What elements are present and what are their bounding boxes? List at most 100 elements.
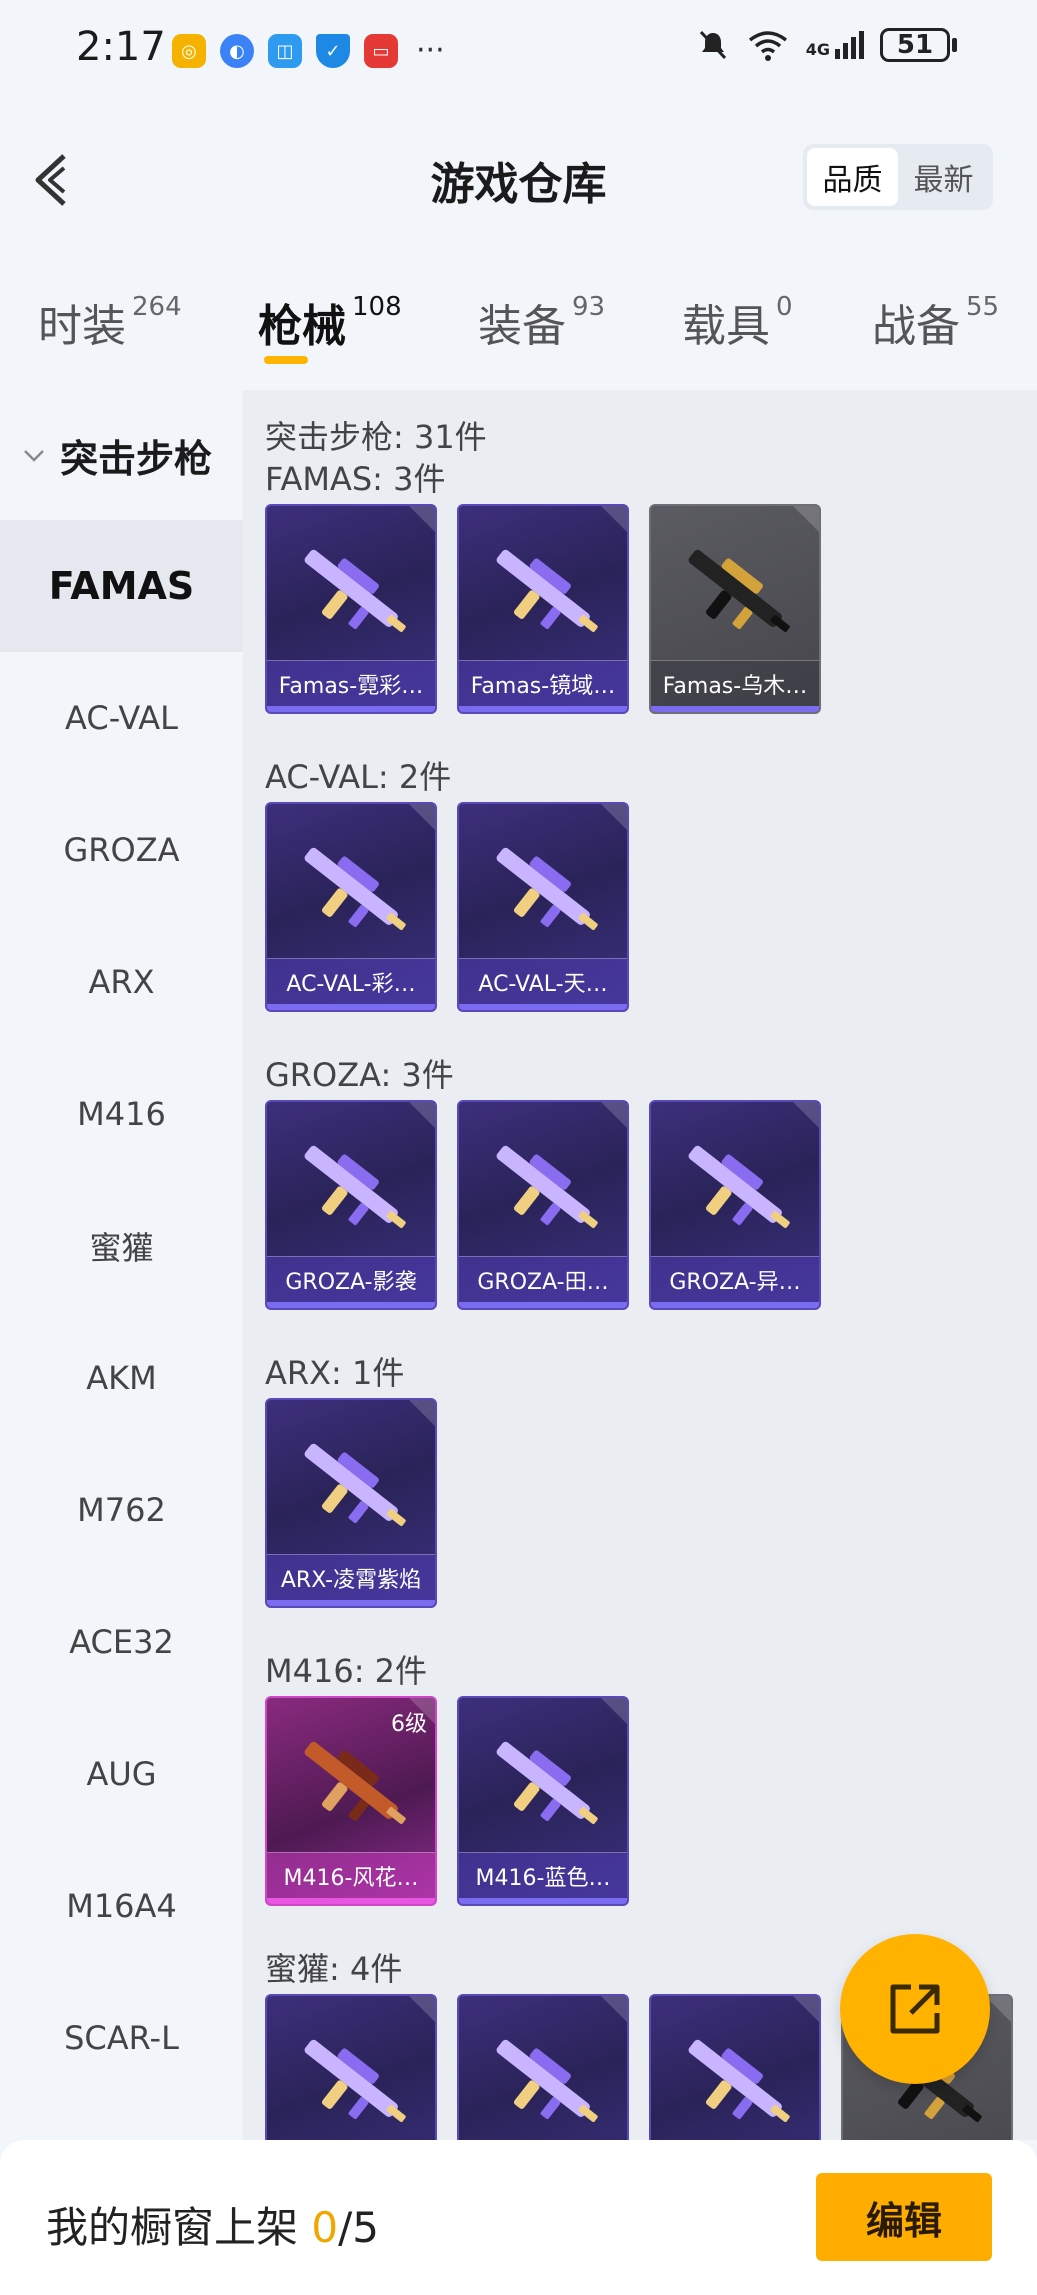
sidebar-item-ace32[interactable]: ACE32 bbox=[0, 1576, 243, 1708]
rarity-bar bbox=[459, 1302, 627, 1308]
sidebar-item-ac-val[interactable]: AC-VAL bbox=[0, 652, 243, 784]
status-bar: 2:17 ◎ ◐ ◫ ✓ ▭ ··· 4G 51 bbox=[0, 0, 1037, 100]
more-icon: ··· bbox=[416, 33, 445, 68]
weapon-skin-card[interactable]: M416-蓝色… bbox=[457, 1696, 629, 1906]
tab-firearms[interactable]: 枪械 108 bbox=[258, 290, 402, 354]
rarity-bar bbox=[459, 1004, 627, 1010]
weapon-type-sidebar: 突击步枪 FAMAS AC-VAL GROZA ARX M416 蜜獾 AKM … bbox=[0, 390, 243, 2140]
app-icon: ▭ bbox=[364, 34, 398, 68]
tab-label: 枪械 bbox=[258, 301, 346, 352]
weapon-skin-name: AC-VAL-天… bbox=[459, 958, 627, 1004]
sidebar-item-m16a4[interactable]: M16A4 bbox=[0, 1840, 243, 1972]
sidebar-item-arx[interactable]: ARX bbox=[0, 916, 243, 1048]
rarity-bar bbox=[459, 706, 627, 712]
network-type: 4G bbox=[805, 40, 830, 59]
rifle-icon bbox=[304, 1145, 406, 1228]
rarity-bar bbox=[651, 706, 819, 712]
showcase-total-count: /5 bbox=[338, 2203, 379, 2252]
rarity-bar bbox=[267, 1004, 435, 1010]
rifle-icon bbox=[496, 847, 598, 930]
weapon-skin-card[interactable] bbox=[265, 1994, 437, 2140]
signal-icon: 4G bbox=[806, 31, 864, 59]
chevron-down-icon bbox=[24, 450, 44, 462]
weapon-skin-card[interactable]: AC-VAL-天… bbox=[457, 802, 629, 1012]
tab-fashion[interactable]: 时装 264 bbox=[38, 290, 182, 354]
sidebar-item-groza[interactable]: GROZA bbox=[0, 784, 243, 916]
section-title: 蜜獾: 4件 bbox=[265, 1950, 403, 1988]
weapon-skin-card[interactable]: GROZA-异… bbox=[649, 1100, 821, 1310]
rarity-bar bbox=[267, 1898, 435, 1904]
weapon-skin-card[interactable]: Famas-镜域… bbox=[457, 504, 629, 714]
weapon-skin-card[interactable]: GROZA-影袭 bbox=[265, 1100, 437, 1310]
tab-count: 0 bbox=[776, 292, 793, 322]
sidebar-item-akm[interactable]: AKM bbox=[0, 1312, 243, 1444]
weapon-skin-card[interactable]: AC-VAL-彩… bbox=[265, 802, 437, 1012]
level-badge: 6级 bbox=[391, 1712, 427, 1737]
tab-label: 时装 bbox=[38, 301, 126, 352]
weapon-skin-card[interactable]: ARX-凌霄紫焰 bbox=[265, 1398, 437, 1608]
app-icon: ◫ bbox=[268, 34, 302, 68]
rarity-bar bbox=[267, 1600, 435, 1606]
tab-count: 264 bbox=[132, 292, 182, 322]
section-title: ARX: 1件 bbox=[265, 1354, 405, 1392]
tab-vehicles[interactable]: 载具 0 bbox=[682, 290, 793, 354]
status-time: 2:17 bbox=[76, 24, 166, 70]
rifle-icon bbox=[496, 549, 598, 632]
sidebar-item-scar-l[interactable]: SCAR-L bbox=[0, 1972, 243, 2104]
weapon-skin-name: Famas-霓彩… bbox=[267, 660, 435, 706]
active-tab-indicator bbox=[264, 356, 308, 364]
battery-icon: 51 bbox=[880, 28, 957, 62]
sidebar-item-aug[interactable]: AUG bbox=[0, 1708, 243, 1840]
rifle-icon bbox=[688, 1145, 790, 1228]
rifle-icon bbox=[304, 2039, 406, 2122]
weapon-skin-name: M416-蓝色… bbox=[459, 1852, 627, 1898]
weapon-skin-name: M416-风花… bbox=[267, 1852, 435, 1898]
sort-latest-button[interactable]: 最新 bbox=[898, 148, 989, 206]
system-icons: 4G 51 bbox=[696, 28, 957, 62]
sidebar-item-m416[interactable]: M416 bbox=[0, 1048, 243, 1180]
tab-count: 93 bbox=[572, 292, 606, 322]
sidebar-item-famas[interactable]: FAMAS bbox=[0, 520, 243, 652]
tab-label: 战备 bbox=[872, 301, 960, 352]
weapon-skin-card[interactable]: Famas-霓彩… bbox=[265, 504, 437, 714]
weapon-skin-card[interactable] bbox=[457, 1994, 629, 2140]
header: 游戏仓库 品质 最新 bbox=[0, 120, 1037, 240]
weapon-skin-card[interactable] bbox=[649, 1994, 821, 2140]
tab-equipment[interactable]: 装备 93 bbox=[478, 290, 605, 354]
rifle-icon bbox=[688, 2039, 790, 2122]
section-title: M416: 2件 bbox=[265, 1652, 428, 1690]
category-tabs: 时装 264 枪械 108 装备 93 载具 0 战备 55 bbox=[0, 280, 1037, 380]
section-title: AC-VAL: 2件 bbox=[265, 758, 452, 796]
tab-count: 55 bbox=[966, 292, 1000, 322]
sort-toggle: 品质 最新 bbox=[803, 144, 993, 210]
weapon-skin-card[interactable]: 6级 M416-风花… bbox=[265, 1696, 437, 1906]
notification-icons: ◎ ◐ ◫ ✓ ▭ ··· bbox=[172, 34, 445, 68]
app-icon: ◎ bbox=[172, 34, 206, 68]
wifi-icon bbox=[748, 31, 787, 61]
weapon-grid: 突击步枪: 31件 FAMAS: 3件 Famas-霓彩… Famas-镜域… Fam… bbox=[243, 390, 1037, 2140]
category-total: 突击步枪: 31件 bbox=[265, 418, 487, 456]
rarity-bar bbox=[651, 1302, 819, 1308]
weapon-skin-card[interactable]: GROZA-田… bbox=[457, 1100, 629, 1310]
sidebar-item-m762[interactable]: M762 bbox=[0, 1444, 243, 1576]
rarity-bar bbox=[459, 1898, 627, 1904]
rarity-bar bbox=[267, 706, 435, 712]
edit-button[interactable]: 编辑 bbox=[816, 2173, 992, 2261]
tab-supplies[interactable]: 战备 55 bbox=[872, 290, 999, 354]
showcase-text: 我的橱窗上架 bbox=[46, 2203, 299, 2252]
sort-quality-button[interactable]: 品质 bbox=[807, 148, 898, 206]
rifle-icon bbox=[496, 1741, 598, 1824]
sidebar-group-assault-rifle[interactable]: 突击步枪 bbox=[0, 390, 243, 520]
rifle-icon bbox=[304, 1443, 406, 1526]
weapon-skin-name: GROZA-影袭 bbox=[267, 1256, 435, 1302]
sidebar-group-label: 突击步枪 bbox=[60, 436, 213, 481]
tab-label: 载具 bbox=[682, 301, 770, 352]
weapon-skin-name: Famas-乌木… bbox=[651, 660, 819, 706]
weapon-skin-name: AC-VAL-彩… bbox=[267, 958, 435, 1004]
sidebar-item-honey-badger[interactable]: 蜜獾 bbox=[0, 1180, 243, 1312]
weapon-skin-name: ARX-凌霄紫焰 bbox=[267, 1554, 435, 1600]
rifle-icon bbox=[496, 2039, 598, 2122]
weapon-skin-name: GROZA-异… bbox=[651, 1256, 819, 1302]
weapon-skin-card[interactable]: Famas-乌木… bbox=[649, 504, 821, 714]
share-button[interactable] bbox=[840, 1934, 990, 2084]
